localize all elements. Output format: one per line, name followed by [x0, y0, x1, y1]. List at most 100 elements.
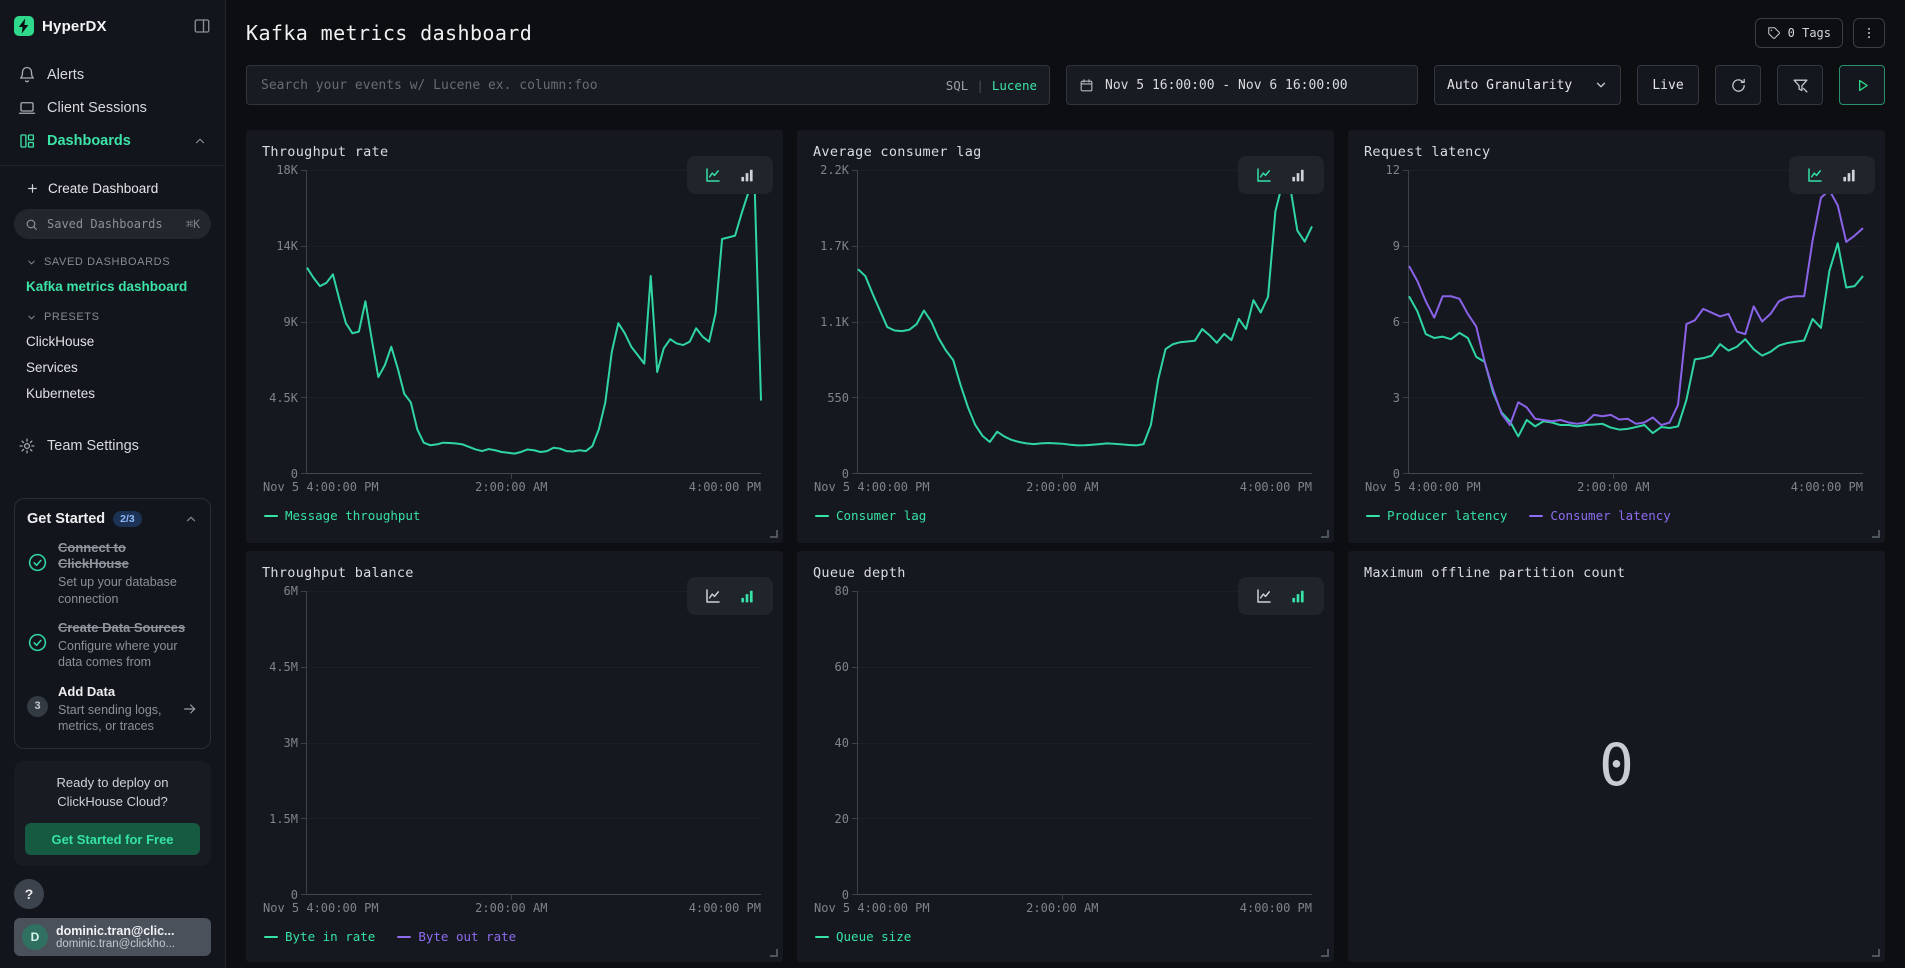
- bar-view-button[interactable]: [1287, 585, 1309, 607]
- resize-handle[interactable]: [1872, 530, 1880, 538]
- chart-panel: Request latency129630Nov 5 4:00:00 PM2:0…: [1348, 130, 1885, 543]
- tags-button[interactable]: 0 Tags: [1755, 18, 1843, 48]
- sidebar-item-dashboards[interactable]: Dashboards: [14, 126, 211, 155]
- presets-section[interactable]: PRESETS: [14, 311, 211, 323]
- y-axis-label: 40: [813, 736, 849, 750]
- chart-panel: Queue depth806040200Nov 5 4:00:00 PM2:00…: [797, 551, 1334, 962]
- chart-panel: Throughput rate18K14K9K4.5K0Nov 5 4:00:0…: [246, 130, 783, 543]
- sidebar-item-kubernetes[interactable]: Kubernetes: [14, 386, 211, 401]
- y-axis-label: 60: [813, 660, 849, 674]
- run-query-button[interactable]: [1839, 65, 1885, 105]
- chevron-up-icon[interactable]: [193, 134, 207, 148]
- y-axis-label: 1.1K: [813, 315, 849, 329]
- y-axis-label: 20: [813, 812, 849, 826]
- big-number-value: 0: [1599, 731, 1634, 799]
- deploy-text-line2: ClickHouse Cloud?: [25, 793, 200, 812]
- bar-view-button[interactable]: [1287, 164, 1309, 186]
- legend-item[interactable]: Message throughput: [264, 508, 420, 523]
- plot-area: Nov 5 4:00:00 PM2:00:00 AM4:00:00 PM: [1408, 170, 1863, 474]
- y-axis-label: 4.5M: [262, 660, 298, 674]
- lucene-toggle[interactable]: Lucene: [992, 78, 1037, 93]
- resize-handle[interactable]: [770, 530, 778, 538]
- legend-item[interactable]: Queue size: [815, 929, 911, 944]
- sidebar-item-client-sessions[interactable]: Client Sessions: [14, 93, 211, 122]
- help-button[interactable]: ?: [14, 879, 44, 909]
- bar-view-button[interactable]: [1838, 164, 1860, 186]
- bar-view-button[interactable]: [736, 164, 758, 186]
- legend-item[interactable]: Producer latency: [1366, 508, 1507, 523]
- y-axis-label: 1.5M: [262, 812, 298, 826]
- y-axis-label: 0: [262, 467, 298, 481]
- x-axis-label: Nov 5 4:00:00 PM: [814, 901, 930, 915]
- saved-dashboards-section[interactable]: SAVED DASHBOARDS: [14, 256, 211, 268]
- step-title: Connect to ClickHouse: [58, 540, 198, 573]
- legend-label: Queue size: [836, 929, 911, 944]
- bar-view-button[interactable]: [736, 585, 758, 607]
- granularity-value: Auto Granularity: [1447, 78, 1572, 93]
- sidebar-item-services[interactable]: Services: [14, 360, 211, 375]
- chevron-down-icon: [1594, 78, 1608, 92]
- legend-item[interactable]: Consumer lag: [815, 508, 926, 523]
- user-menu[interactable]: D dominic.tran@clic... dominic.tran@clic…: [14, 918, 211, 956]
- step-number-badge: 3: [27, 696, 48, 717]
- sidebar-item-kafka-dashboard[interactable]: Kafka metrics dashboard: [14, 279, 211, 294]
- resize-handle[interactable]: [1321, 949, 1329, 957]
- progress-badge: 2/3: [113, 511, 142, 527]
- legend-marker: [397, 936, 411, 938]
- filter-x-icon: [1792, 77, 1809, 94]
- get-started-free-button[interactable]: Get Started for Free: [25, 823, 200, 855]
- create-dashboard-button[interactable]: Create Dashboard: [14, 181, 211, 196]
- arrow-right-icon: [182, 701, 198, 717]
- get-started-header[interactable]: Get Started 2/3: [27, 511, 198, 527]
- granularity-select[interactable]: Auto Granularity: [1434, 65, 1621, 105]
- event-search[interactable]: SQL | Lucene: [246, 65, 1050, 105]
- sql-toggle[interactable]: SQL: [946, 78, 969, 93]
- time-range-picker[interactable]: Nov 5 16:00:00 - Nov 6 16:00:00: [1066, 65, 1418, 105]
- legend-item[interactable]: Byte out rate: [397, 929, 516, 944]
- filter-button[interactable]: [1777, 65, 1823, 105]
- page-title: Kafka metrics dashboard: [246, 21, 532, 45]
- search-icon: [25, 218, 38, 231]
- chevron-up-icon[interactable]: [184, 512, 198, 526]
- y-axis-label: 14K: [262, 239, 298, 253]
- saved-dashboards-search[interactable]: ⌘K: [14, 209, 211, 239]
- get-started-step-datasources[interactable]: Create Data Sources Configure where your…: [27, 620, 198, 671]
- sidebar-item-team-settings[interactable]: Team Settings: [14, 431, 211, 460]
- y-axis-label: 3M: [262, 736, 298, 750]
- more-options-button[interactable]: [1853, 18, 1885, 48]
- get-started-step-add-data[interactable]: 3 Add Data Start sending logs, metrics, …: [27, 684, 198, 747]
- legend-label: Consumer lag: [836, 508, 926, 523]
- sidebar-item-clickhouse[interactable]: ClickHouse: [14, 334, 211, 349]
- time-range-value: Nov 5 16:00:00 - Nov 6 16:00:00: [1105, 78, 1348, 93]
- brand: HyperDX: [14, 16, 211, 36]
- legend-marker: [815, 936, 829, 938]
- event-search-input[interactable]: [259, 77, 936, 94]
- y-axis-label: 80: [813, 584, 849, 598]
- get-started-title: Get Started: [27, 511, 105, 527]
- line-view-button[interactable]: [702, 164, 724, 186]
- x-axis-label: Nov 5 4:00:00 PM: [263, 480, 379, 494]
- legend-item[interactable]: Byte in rate: [264, 929, 375, 944]
- line-view-button[interactable]: [1253, 585, 1275, 607]
- refresh-button[interactable]: [1715, 65, 1761, 105]
- deploy-text-line1: Ready to deploy on: [25, 774, 200, 793]
- chart-view-toggle: [687, 156, 773, 194]
- line-view-button[interactable]: [1253, 164, 1275, 186]
- live-button[interactable]: Live: [1637, 65, 1699, 105]
- resize-handle[interactable]: [770, 949, 778, 957]
- get-started-step-connect[interactable]: Connect to ClickHouse Set up your databa…: [27, 540, 198, 607]
- resize-handle[interactable]: [1872, 949, 1880, 957]
- legend-marker: [1529, 515, 1543, 517]
- line-view-button[interactable]: [1804, 164, 1826, 186]
- saved-dashboards-search-input[interactable]: [45, 216, 179, 232]
- line-series: [858, 182, 1312, 445]
- collapse-sidebar-icon[interactable]: [193, 17, 211, 35]
- sidebar-item-alerts[interactable]: Alerts: [14, 60, 211, 89]
- sidebar-item-label: Client Sessions: [47, 100, 147, 116]
- legend-item[interactable]: Consumer latency: [1529, 508, 1670, 523]
- resize-handle[interactable]: [1321, 530, 1329, 538]
- line-view-button[interactable]: [702, 585, 724, 607]
- chart-plot-region: 2.2K1.7K1.1K5500Nov 5 4:00:00 PM2:00:00 …: [813, 170, 1318, 474]
- y-axis-label: 4.5K: [262, 391, 298, 405]
- shortcut-hint: ⌘K: [186, 217, 200, 231]
